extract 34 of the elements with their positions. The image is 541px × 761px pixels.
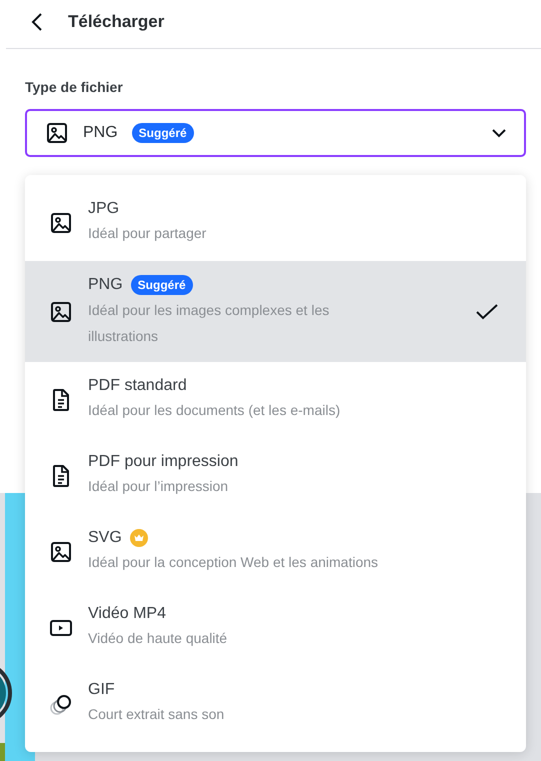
file-type-select[interactable]: PNG Suggéré [25, 109, 526, 157]
image-icon [49, 540, 73, 564]
file-type-option[interactable]: SVG Idéal pour la conception Web et les animations [25, 514, 526, 590]
stacked-circles-icon [49, 692, 73, 716]
panel-title: Télécharger [68, 12, 164, 32]
file-type-option[interactable]: JPG Idéal pour partager [25, 175, 526, 261]
back-icon [31, 13, 43, 31]
option-description: Vidéo de haute qualité [88, 629, 228, 648]
option-name: PDF pour impression [88, 453, 238, 471]
option-description: Idéal pour l’impression [88, 477, 230, 496]
file-type-option[interactable]: PDF pour impression Idéal pour l’impression [25, 438, 526, 514]
option-name: GIF [88, 681, 115, 699]
field-label: Type de fichier [25, 79, 124, 95]
option-description: Idéal pour partager [88, 224, 208, 243]
file-type-option[interactable]: PNG Suggéré Idéal pour les images complexes et les illustrations [25, 261, 526, 362]
file-type-option[interactable]: Vidéo MP4 Vidéo de haute qualité [25, 590, 526, 666]
image-icon [45, 121, 69, 145]
option-description: Idéal pour la conception Web et les animations [88, 553, 380, 572]
option-name: PNG [88, 276, 123, 294]
chevron-down-icon [492, 128, 506, 138]
file-type-option[interactable]: PDF standard Idéal pour les documents (et les e-mails) [25, 362, 526, 438]
file-type-option[interactable]: GIF Court extrait sans son [25, 666, 526, 742]
image-icon [49, 300, 73, 324]
option-name: JPG [88, 200, 120, 218]
check-icon [476, 304, 498, 320]
option-description: Idéal pour les documents (et les e-mails) [88, 401, 342, 420]
option-description: Court extrait sans son [88, 705, 226, 724]
image-icon [49, 211, 73, 235]
option-name: Vidéo MP4 [88, 605, 166, 623]
option-description: Idéal pour les images complexes et les illustrations [88, 300, 330, 346]
option-name: SVG [88, 529, 122, 547]
option-name: PDF standard [88, 377, 187, 395]
suggested-badge: Suggéré [130, 274, 193, 294]
suggested-badge: Suggéré [132, 123, 194, 143]
